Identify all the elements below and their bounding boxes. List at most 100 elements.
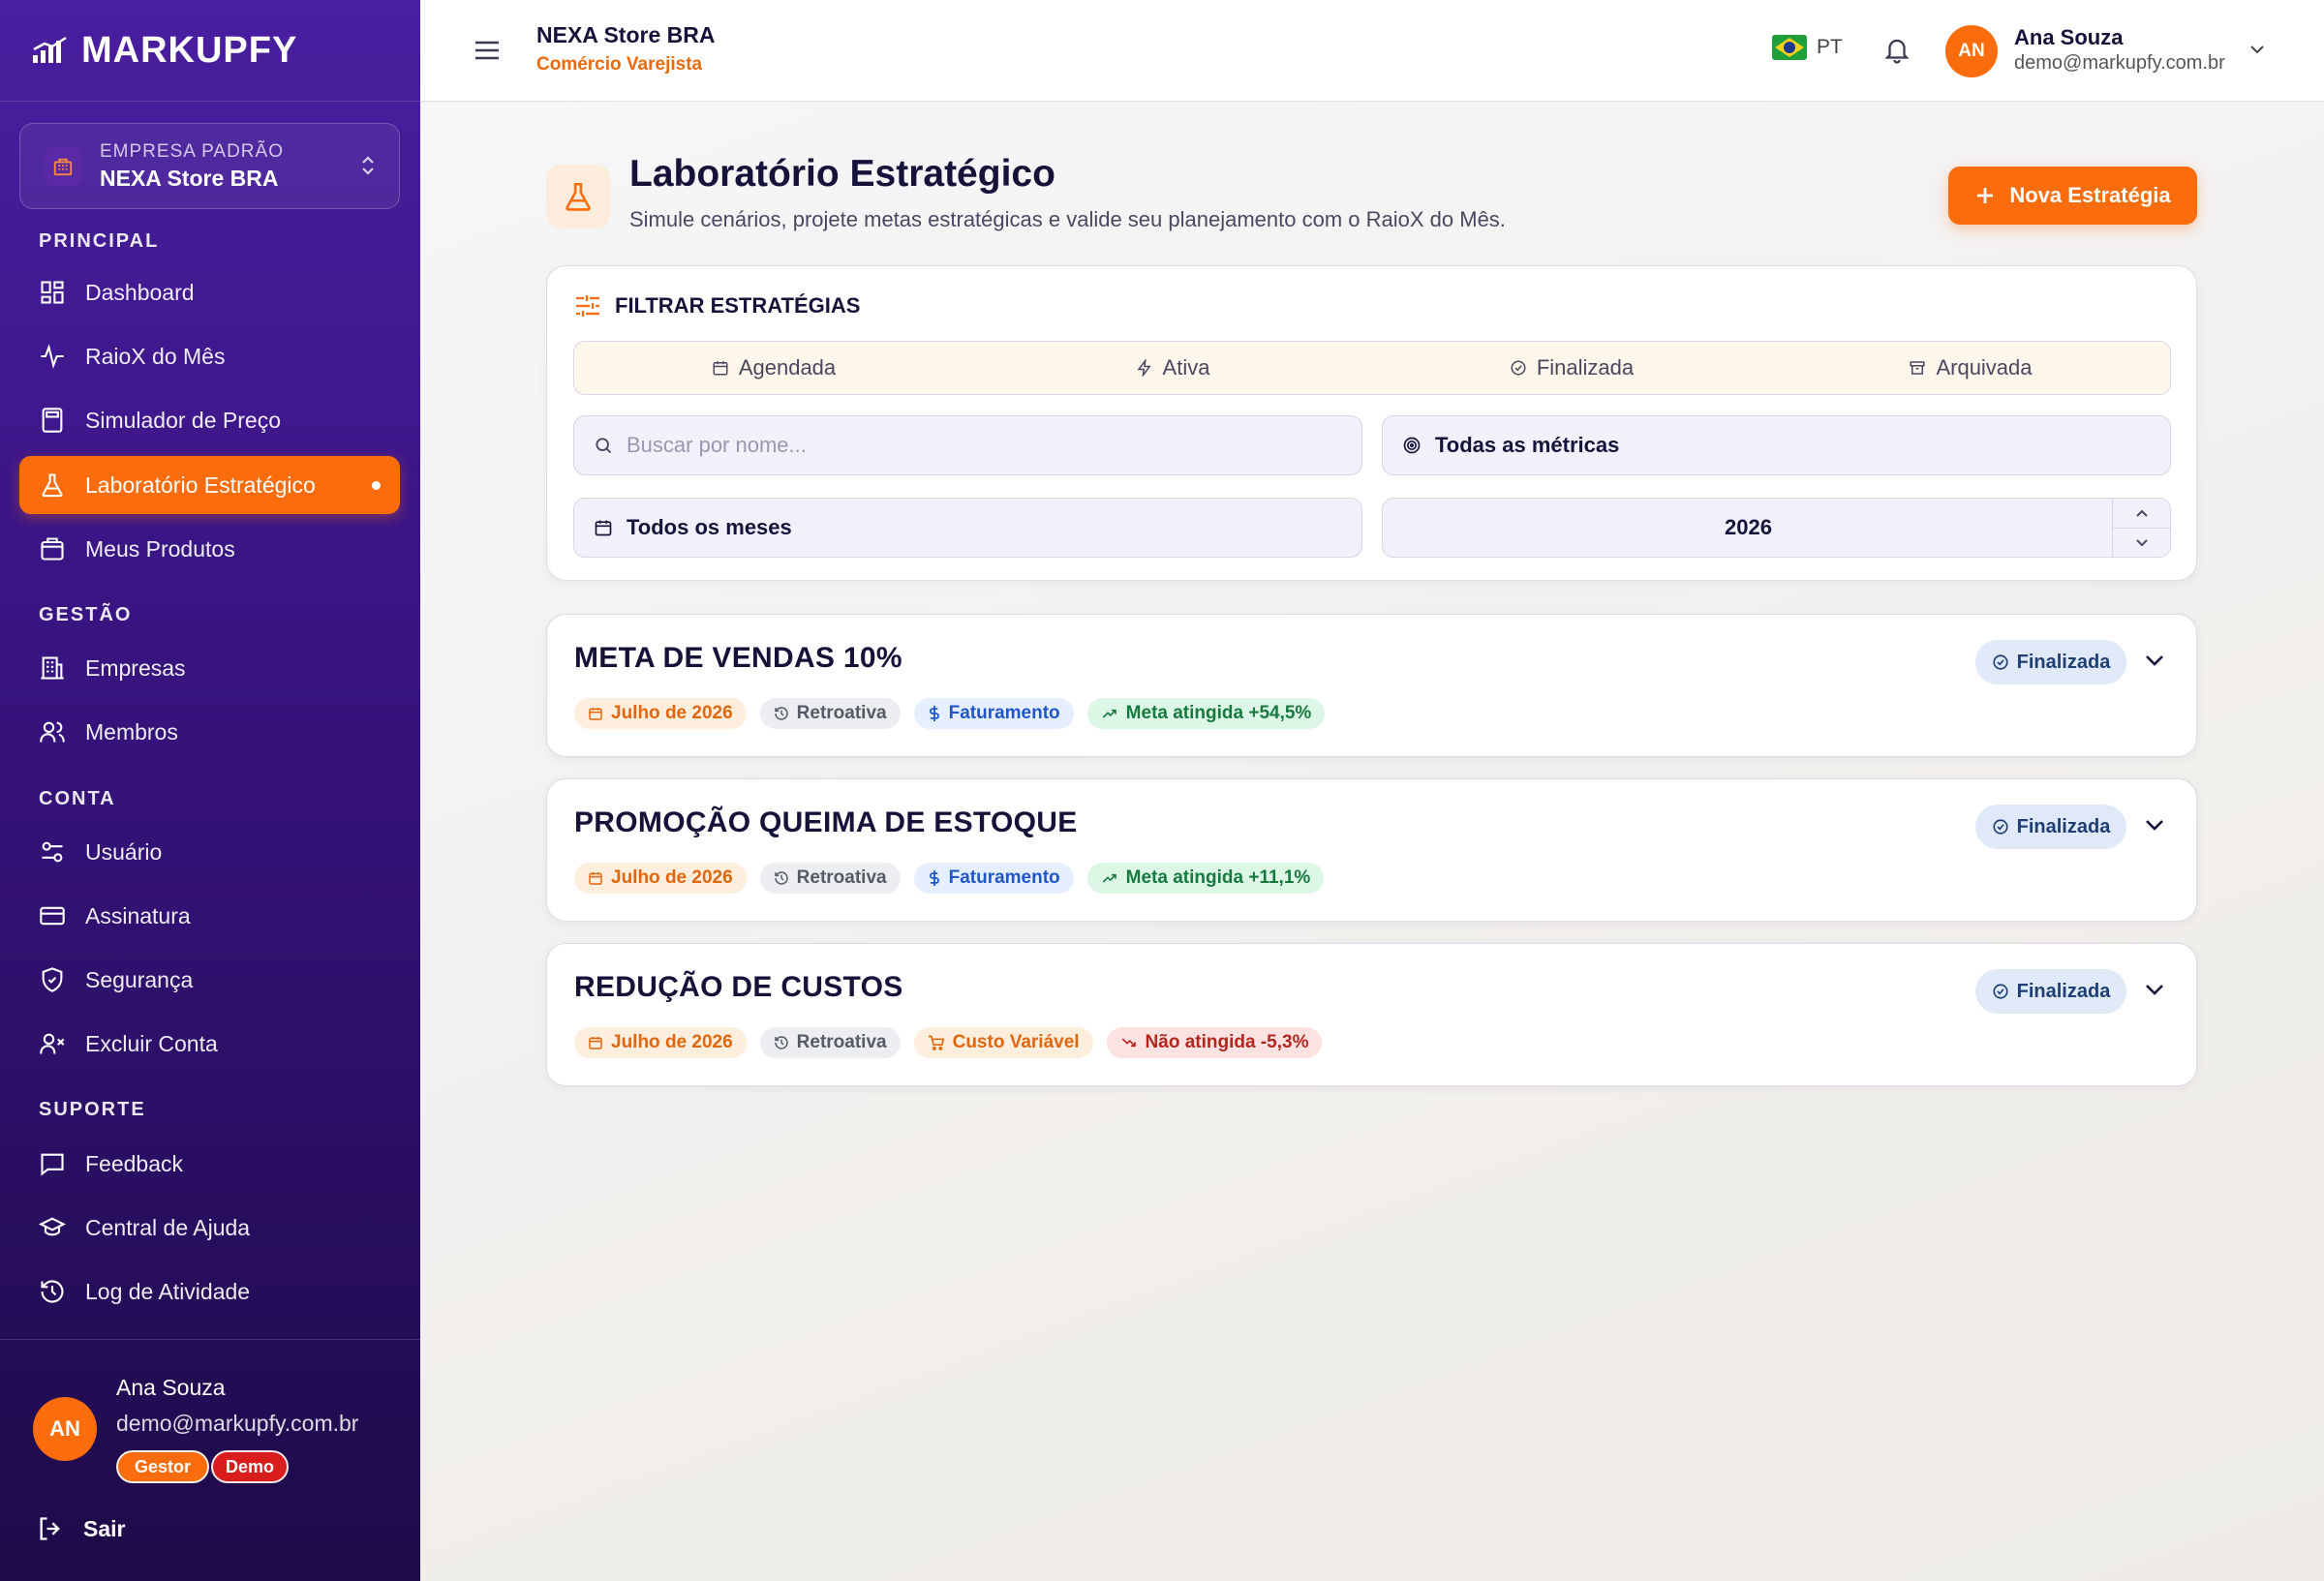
divider	[0, 101, 420, 102]
nav-log-atividade[interactable]: Log de Atividade	[19, 1262, 400, 1321]
chevron-down-icon[interactable]	[2143, 979, 2166, 1000]
search-input[interactable]	[627, 433, 1304, 458]
nav-label: Log de Atividade	[85, 1278, 251, 1304]
status-badge: Finalizada	[1975, 805, 2126, 849]
chevron-down-icon[interactable]	[2143, 814, 2166, 836]
plus-icon	[1977, 188, 1994, 203]
chevron-down-icon[interactable]	[2248, 43, 2266, 56]
strategy-tags: Julho de 2026 Retroativa Faturamento Met…	[574, 698, 1326, 729]
chevron-up-icon	[2135, 509, 2148, 517]
nav-raiox[interactable]: RaioX do Mês	[19, 327, 400, 385]
logout-button[interactable]: Sair	[37, 1515, 125, 1542]
result-tag: Não atingida -5,3%	[1106, 1027, 1323, 1058]
building-icon	[44, 147, 82, 186]
avatar[interactable]: AN	[1945, 25, 1998, 77]
new-strategy-button[interactable]: Nova Estratégia	[1948, 167, 2197, 225]
strategy-card[interactable]: REDUÇÃO DE CUSTOS Julho de 2026 Retroati…	[546, 943, 2197, 1086]
flask-icon	[546, 165, 610, 228]
calendar-icon	[589, 708, 602, 720]
chevron-down-icon[interactable]	[2143, 650, 2166, 671]
nav-dashboard[interactable]: Dashboard	[19, 263, 400, 321]
section-suporte: SUPORTE	[39, 1099, 146, 1120]
nav-seguranca[interactable]: Segurança	[19, 951, 400, 1009]
check-circle-icon	[1511, 360, 1526, 376]
tab-agendada[interactable]: Agendada	[574, 342, 973, 394]
sidebar-user-email: demo@markupfy.com.br	[116, 1411, 359, 1436]
menu-icon[interactable]	[473, 37, 502, 64]
history-icon	[774, 871, 788, 885]
calculator-icon	[42, 408, 63, 433]
users-icon	[40, 721, 65, 743]
nav-central-ajuda[interactable]: Central de Ajuda	[19, 1199, 400, 1257]
bell-icon[interactable]	[1882, 35, 1911, 66]
year-increment-button[interactable]	[2113, 499, 2170, 528]
nav-label: Dashboard	[85, 279, 195, 305]
nav-label: Segurança	[85, 966, 194, 992]
shield-check-icon	[42, 967, 63, 992]
tab-arquivada[interactable]: Arquivada	[1771, 342, 2170, 394]
nav-label: Meus Produtos	[85, 535, 235, 562]
language-code: PT	[1817, 36, 1843, 58]
nav-produtos[interactable]: Meus Produtos	[19, 520, 400, 578]
strategy-tags: Julho de 2026 Retroativa Custo Variável …	[574, 1027, 1323, 1058]
metric-select[interactable]: Todas as métricas	[1382, 415, 2171, 475]
date-tag: Julho de 2026	[574, 698, 747, 729]
nav-empresas[interactable]: Empresas	[19, 639, 400, 697]
nav-feedback[interactable]: Feedback	[19, 1135, 400, 1193]
check-circle-icon	[1993, 984, 2008, 999]
status-badge: Finalizada	[1975, 969, 2126, 1014]
search-field[interactable]	[573, 415, 1362, 475]
flask-icon	[42, 473, 63, 498]
strategy-card[interactable]: META DE VENDAS 10% Julho de 2026 Retroat…	[546, 614, 2197, 757]
tab-finalizada[interactable]: Finalizada	[1372, 342, 1771, 394]
filters-title: FILTRAR ESTRATÉGIAS	[574, 293, 860, 319]
brand-name: MARKUPFY	[81, 29, 298, 71]
nav-assinatura[interactable]: Assinatura	[19, 887, 400, 945]
month-select[interactable]: Todos os meses	[573, 498, 1362, 558]
building-icon	[41, 656, 64, 680]
year-decrement-button[interactable]	[2113, 528, 2170, 557]
message-square-icon	[41, 1153, 64, 1176]
trending-up-icon	[1102, 873, 1116, 883]
sliders-icon	[42, 841, 63, 863]
year-stepper	[2112, 499, 2170, 557]
avatar[interactable]: AN	[33, 1397, 97, 1461]
month-select-value: Todos os meses	[627, 515, 792, 539]
strategy-card[interactable]: PROMOÇÃO QUEIMA DE ESTOQUE Julho de 2026…	[546, 778, 2197, 922]
date-tag: Julho de 2026	[574, 1027, 747, 1058]
role-badge: Gestor	[116, 1450, 209, 1483]
nav-laboratorio[interactable]: Laboratório Estratégico	[19, 456, 400, 514]
main-content: Laboratório Estratégico Simule cenários,…	[420, 103, 2324, 1581]
sidebar: MARKUPFY EMPRESA PADRÃO NEXA Store BRA P…	[0, 0, 420, 1581]
type-tag: Retroativa	[759, 1027, 901, 1058]
sliders-horizontal-icon	[576, 295, 599, 317]
company-selector[interactable]: EMPRESA PADRÃO NEXA Store BRA	[19, 123, 400, 209]
nav-label: Assinatura	[85, 902, 191, 928]
calendar-icon	[589, 1037, 602, 1049]
year-input[interactable]: 2026	[1382, 498, 2171, 558]
zap-icon	[1137, 359, 1151, 377]
bar-chart-logo-icon	[33, 36, 67, 63]
strategy-title: REDUÇÃO DE CUSTOS	[574, 971, 903, 1003]
history-icon	[774, 1036, 788, 1049]
tab-ativa[interactable]: Ativa	[973, 342, 1372, 394]
nav-membros[interactable]: Membros	[19, 703, 400, 761]
nav-excluir-conta[interactable]: Excluir Conta	[19, 1015, 400, 1073]
nav-usuario[interactable]: Usuário	[19, 823, 400, 881]
dollar-icon	[929, 869, 939, 887]
brand-logo[interactable]: MARKUPFY	[31, 29, 297, 72]
check-circle-icon	[1993, 819, 2008, 835]
header-user-name: Ana Souza	[2014, 25, 2124, 49]
nav-simulador[interactable]: Simulador de Preço	[19, 391, 400, 449]
user-x-icon	[40, 1033, 65, 1054]
company-name: NEXA Store BRA	[100, 166, 279, 191]
nav-label: Laboratório Estratégico	[85, 471, 316, 498]
trending-down-icon	[1121, 1038, 1136, 1048]
section-principal: PRINCIPAL	[39, 230, 160, 252]
page-subtitle: Simule cenários, projete metas estratégi…	[629, 207, 1506, 231]
filters-card: FILTRAR ESTRATÉGIAS Agendada Ativa Final…	[546, 265, 2197, 581]
check-circle-icon	[1993, 654, 2008, 670]
metric-tag: Faturamento	[913, 698, 1074, 729]
language-selector[interactable]: PT	[1772, 35, 1843, 60]
metric-tag: Faturamento	[913, 863, 1074, 894]
